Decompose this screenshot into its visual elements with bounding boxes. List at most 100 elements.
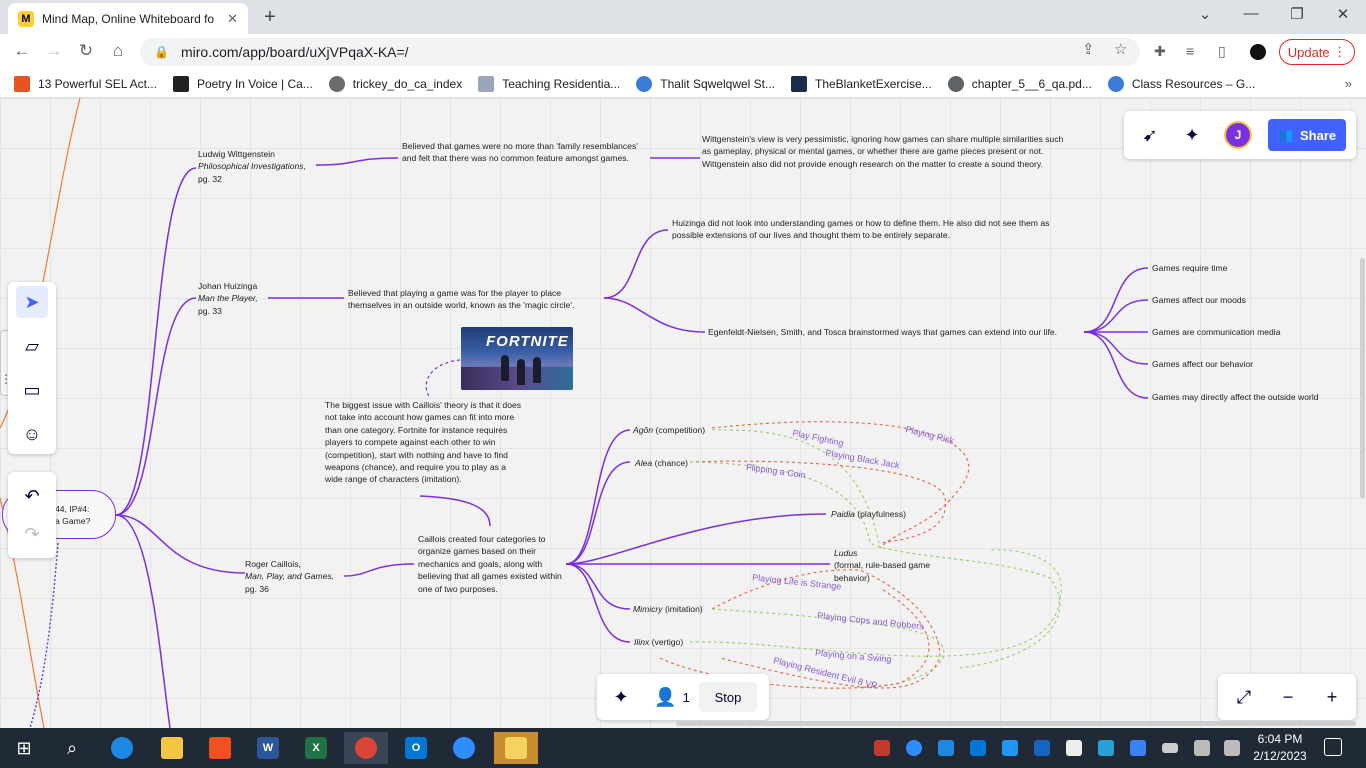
bookmark-item[interactable]: trickey_do_ca_index: [328, 75, 462, 92]
defender-icon[interactable]: [1066, 740, 1082, 756]
purpose-term: Ludus: [834, 548, 858, 558]
huizinga-node[interactable]: Johan Huizinga Man the Player, pg. 33: [198, 280, 268, 317]
address-bar[interactable]: 🔒 miro.com/app/board/uXjVPqaX-KA=/: [140, 38, 1140, 66]
caillois-critique[interactable]: The biggest issue with Caillois' theory …: [325, 399, 525, 486]
category-gloss: (vertigo): [649, 637, 684, 647]
maximize-button[interactable]: ❐: [1282, 5, 1312, 23]
undo-icon[interactable]: ↶: [16, 480, 48, 512]
zoom-in-icon[interactable]: +: [1318, 683, 1346, 711]
category-agon[interactable]: Agôn (competition): [633, 424, 705, 436]
new-tab-button[interactable]: +: [258, 6, 282, 29]
way-item[interactable]: Games affect our behavior: [1152, 358, 1253, 370]
wittgenstein-node[interactable]: Ludwig Wittgenstein Philosophical Invest…: [198, 148, 316, 185]
way-item[interactable]: Games are communication media: [1152, 326, 1280, 338]
taskbar-clock[interactable]: 6:04 PM 2/12/2023: [1248, 731, 1312, 765]
bookmark-item[interactable]: Class Resources – G...: [1107, 75, 1255, 92]
vertical-scrollbar[interactable]: [1360, 258, 1365, 498]
redo-icon[interactable]: ↷: [16, 518, 48, 550]
volume-icon[interactable]: [1224, 740, 1240, 756]
horizontal-scrollbar[interactable]: [676, 721, 1356, 726]
avatar[interactable]: J: [1224, 121, 1252, 149]
reading-list-icon[interactable]: ≡: [1186, 43, 1194, 59]
globe-icon: [328, 75, 345, 92]
side-panel-icon[interactable]: ▯: [1218, 43, 1226, 60]
purpose-ludus[interactable]: Ludus (formal, rule-based game behavior): [834, 547, 944, 584]
taskbar-word[interactable]: W: [246, 732, 290, 764]
taskbar-excel[interactable]: X: [294, 732, 338, 764]
bookmark-star-icon[interactable]: ☆: [1114, 40, 1127, 58]
category-alea[interactable]: Alea (chance): [635, 457, 688, 469]
minimize-button[interactable]: —: [1236, 5, 1266, 22]
wittgenstein-critique[interactable]: Wittgenstein's view is very pessimistic,…: [702, 133, 1074, 170]
onedrive-icon[interactable]: [938, 740, 954, 756]
wifi-icon[interactable]: [1194, 740, 1210, 756]
sticker-tool-icon[interactable]: ☺: [16, 418, 48, 450]
fit-screen-icon[interactable]: ⤢: [1230, 683, 1258, 711]
profile-icon[interactable]: [1250, 44, 1266, 60]
comment-tool-icon[interactable]: ▭: [16, 374, 48, 406]
celebrate-icon[interactable]: ✦: [1176, 119, 1208, 151]
author-name: Ludwig Wittgenstein: [198, 149, 275, 159]
tab-search-icon[interactable]: ⌄: [1190, 5, 1220, 23]
bookmark-item[interactable]: chapter_5__6_qa.pd...: [947, 75, 1092, 92]
extensions-icon[interactable]: ✚: [1154, 43, 1166, 60]
participants-button[interactable]: 👤 1: [647, 681, 697, 713]
taskbar-zoom[interactable]: [442, 732, 486, 764]
reactions-icon[interactable]: ✦: [605, 681, 637, 713]
bookmark-item[interactable]: TheBlanketExercise...: [791, 75, 932, 92]
search-button[interactable]: ⌕: [50, 732, 94, 764]
close-window-button[interactable]: ✕: [1328, 5, 1358, 23]
bookmark-item[interactable]: Thalit Sqwelqwel St...: [636, 75, 775, 92]
tray-zoom-icon[interactable]: [906, 740, 922, 756]
taskbar-file-app[interactable]: [494, 732, 538, 764]
back-icon[interactable]: ←: [10, 41, 34, 61]
page-ref: pg. 33: [198, 305, 222, 316]
tray-app-icon[interactable]: [1002, 740, 1018, 756]
taskbar-store[interactable]: [198, 732, 242, 764]
fortnite-image[interactable]: FORTNITE: [461, 327, 573, 390]
stop-button[interactable]: Stop: [699, 682, 757, 712]
root-topic-text: 44, IP#4: a Game?: [55, 504, 91, 526]
caillois-belief[interactable]: Caillois created four categories to orga…: [418, 533, 564, 595]
reload-icon[interactable]: ↻: [74, 41, 98, 61]
share-button[interactable]: 👥 Share: [1268, 119, 1346, 151]
caillois-node[interactable]: Roger Caillois, Man, Play, and Games, pg…: [245, 558, 345, 595]
browser-tab[interactable]: M Mind Map, Online Whiteboard fo ✕: [8, 3, 248, 34]
share-page-icon[interactable]: ⇪: [1082, 40, 1095, 58]
category-ilinx[interactable]: Ilinx (vertigo): [634, 636, 683, 648]
bookmark-item[interactable]: 13 Powerful SEL Act...: [14, 75, 157, 92]
way-item[interactable]: Games may directly affect the outside wo…: [1152, 391, 1319, 403]
wittgenstein-belief[interactable]: Believed that games were no more than 'f…: [402, 140, 648, 165]
close-tab-icon[interactable]: ✕: [227, 11, 238, 27]
follow-cursor-icon[interactable]: ➹: [1134, 119, 1166, 151]
whiteboard-canvas[interactable]: 44, IP#4: a Game? Ludwig Wittgenstein Ph…: [0, 98, 1366, 728]
taskbar-chrome[interactable]: [344, 732, 388, 764]
bookmark-item[interactable]: Teaching Residentia...: [478, 75, 620, 92]
way-item[interactable]: Games require time: [1152, 262, 1227, 274]
sticky-note-tool-icon[interactable]: ▱: [16, 330, 48, 362]
taskbar-explorer[interactable]: [150, 732, 194, 764]
taskbar-outlook[interactable]: O: [394, 732, 438, 764]
select-tool-icon[interactable]: ➤: [16, 286, 48, 318]
purpose-paidia[interactable]: Paidia (playfulness): [831, 508, 906, 520]
bluetooth-icon[interactable]: [1130, 740, 1146, 756]
tray-app-icon[interactable]: [1098, 740, 1114, 756]
update-button[interactable]: Update ⋮: [1279, 39, 1355, 65]
zoom-out-icon[interactable]: −: [1274, 683, 1302, 711]
category-mimicry[interactable]: Mimicry (imitation): [633, 603, 703, 615]
tray-outlook-icon[interactable]: [970, 740, 986, 756]
tray-app-icon[interactable]: [874, 740, 890, 756]
way-item[interactable]: Games affect our moods: [1152, 294, 1246, 306]
bookmark-item[interactable]: Poetry In Voice | Ca...: [172, 75, 313, 92]
tray-app-icon[interactable]: [1034, 740, 1050, 756]
huizinga-extension[interactable]: Egenfeldt-Nielsen, Smith, and Tosca brai…: [708, 326, 1088, 338]
huizinga-critique[interactable]: Huizinga did not look into understanding…: [672, 217, 1056, 242]
huizinga-belief[interactable]: Believed that playing a game was for the…: [348, 287, 604, 312]
bookmarks-overflow-icon[interactable]: »: [1345, 76, 1352, 91]
home-icon[interactable]: ⌂: [106, 41, 130, 61]
taskbar-edge[interactable]: [100, 732, 144, 764]
battery-icon[interactable]: [1162, 743, 1178, 753]
forward-icon[interactable]: →: [42, 41, 66, 61]
notifications-icon[interactable]: [1324, 738, 1342, 756]
start-button[interactable]: ⊞: [2, 732, 46, 764]
